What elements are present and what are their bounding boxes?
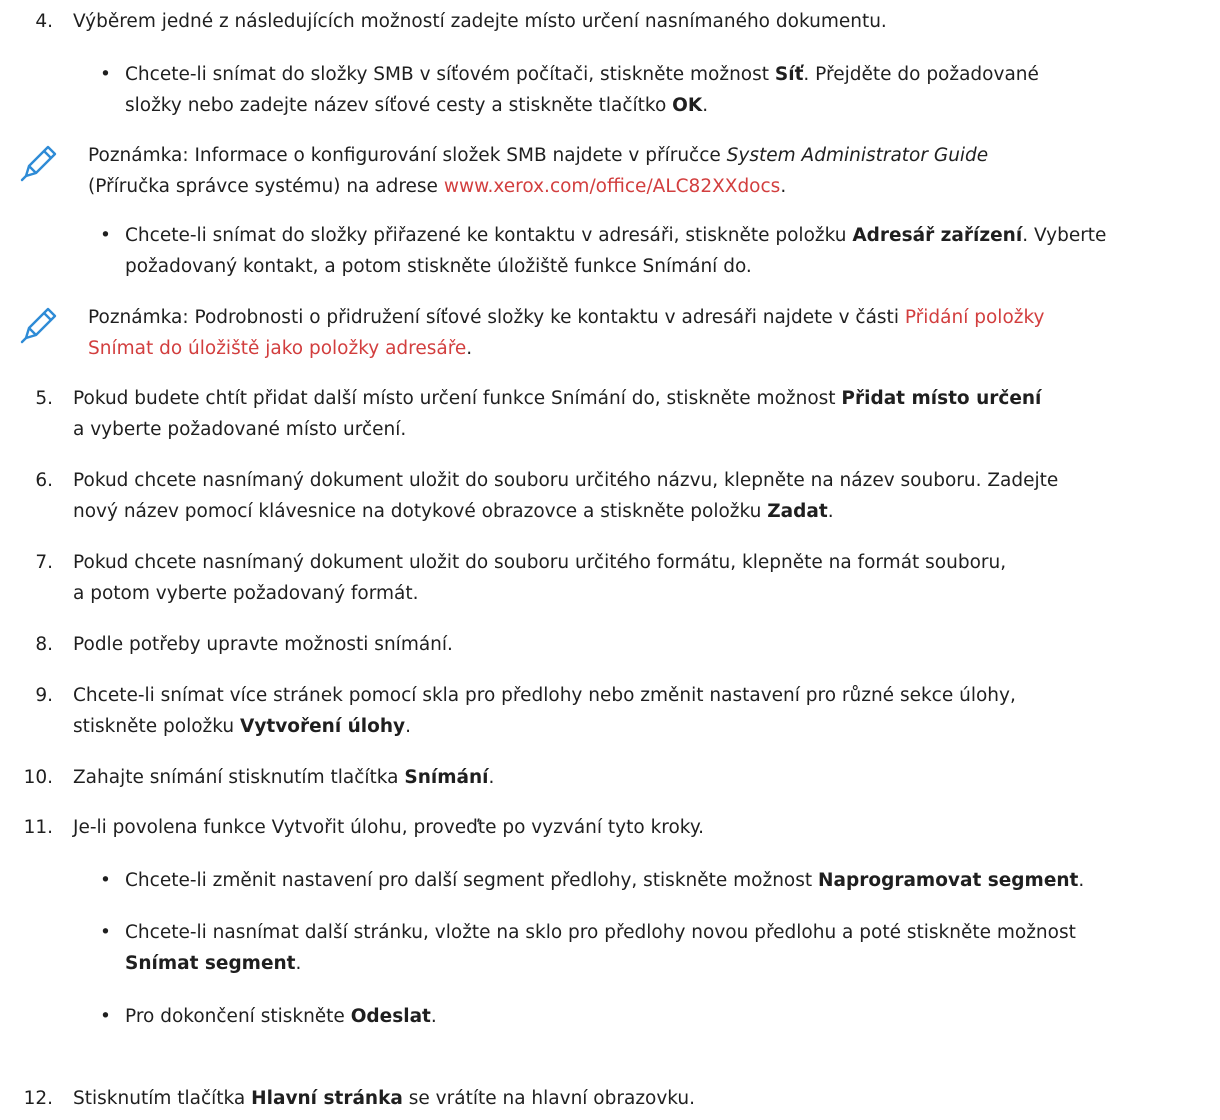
bullet-marker: •: [100, 1006, 111, 1027]
bold-term: Naprogramovat segment: [818, 870, 1079, 891]
bold-term: Odeslat: [350, 1006, 431, 1027]
note-text: Poznámka: Informace o konfigurování slož…: [88, 145, 989, 197]
pencil-icon: [20, 307, 57, 344]
step-text: Chcete-li snímat více stránek pomocí skl…: [73, 685, 1016, 737]
bullet-text: Pro dokončení stiskněte Odeslat.: [125, 1006, 437, 1027]
step-number: 6.: [35, 470, 53, 491]
step-number: 10.: [23, 767, 53, 788]
step-number: 8.: [35, 634, 53, 655]
step-number: 9.: [35, 685, 53, 706]
step-text: Pokud budete chtít přidat další místo ur…: [73, 388, 1042, 440]
bullet-text: Chcete-li snímat do složky přiřazené ke …: [125, 225, 1107, 277]
step-text: Pokud chcete nasnímaný dokument uložit d…: [73, 470, 1059, 522]
bold-term: Snímat segment: [125, 953, 296, 974]
step-text: Výběrem jedné z následujících možností z…: [73, 11, 887, 32]
bold-term: Zadat: [767, 501, 828, 522]
step-text: Pokud chcete nasnímaný dokument uložit d…: [73, 552, 1007, 604]
bold-term: Snímání: [404, 767, 489, 788]
bullet-marker: •: [100, 225, 111, 246]
docs-link[interactable]: www.xerox.com/office/ALC82XXdocs: [444, 176, 781, 197]
bullet-text: Chcete-li nasnímat další stránku, vložte…: [125, 922, 1076, 974]
bold-term: Adresář zařízení: [852, 225, 1023, 246]
step-number: 12.: [23, 1088, 53, 1109]
pencil-icon: [20, 145, 57, 182]
step-text: Podle potřeby upravte možnosti snímání.: [73, 634, 453, 655]
step-text: Stisknutím tlačítka Hlavní stránka se vr…: [73, 1088, 696, 1109]
step-number: 11.: [23, 817, 53, 838]
bold-term: OK: [672, 95, 703, 116]
note-text: Poznámka: Podrobnosti o přidružení síťov…: [88, 307, 1045, 359]
bold-term: Hlavní stránka: [251, 1088, 403, 1109]
step-text: Je-li povolena funkce Vytvořit úlohu, pr…: [73, 817, 705, 838]
address-book-link[interactable]: Přidání položky: [905, 307, 1045, 328]
step-text: Zahajte snímání stisknutím tlačítka Sním…: [73, 767, 495, 788]
bold-term: Síť: [774, 64, 804, 85]
step-number: 5.: [35, 388, 53, 409]
address-book-link-cont[interactable]: Snímat do úložiště jako položky adresáře: [88, 338, 466, 359]
bullet-marker: •: [100, 922, 111, 943]
guide-title: System Administrator Guide: [726, 145, 989, 166]
bold-term: Přidat místo určení: [841, 388, 1042, 409]
bullet-text: Chcete-li snímat do složky SMB v síťovém…: [125, 64, 1039, 116]
bullet-text: Chcete-li změnit nastavení pro další seg…: [125, 870, 1085, 891]
bullet-marker: •: [100, 64, 111, 85]
bold-term: Vytvoření úlohy: [240, 716, 406, 737]
step-number: 7.: [35, 552, 53, 573]
bullet-marker: •: [100, 870, 111, 891]
step-number: 4.: [35, 11, 53, 32]
